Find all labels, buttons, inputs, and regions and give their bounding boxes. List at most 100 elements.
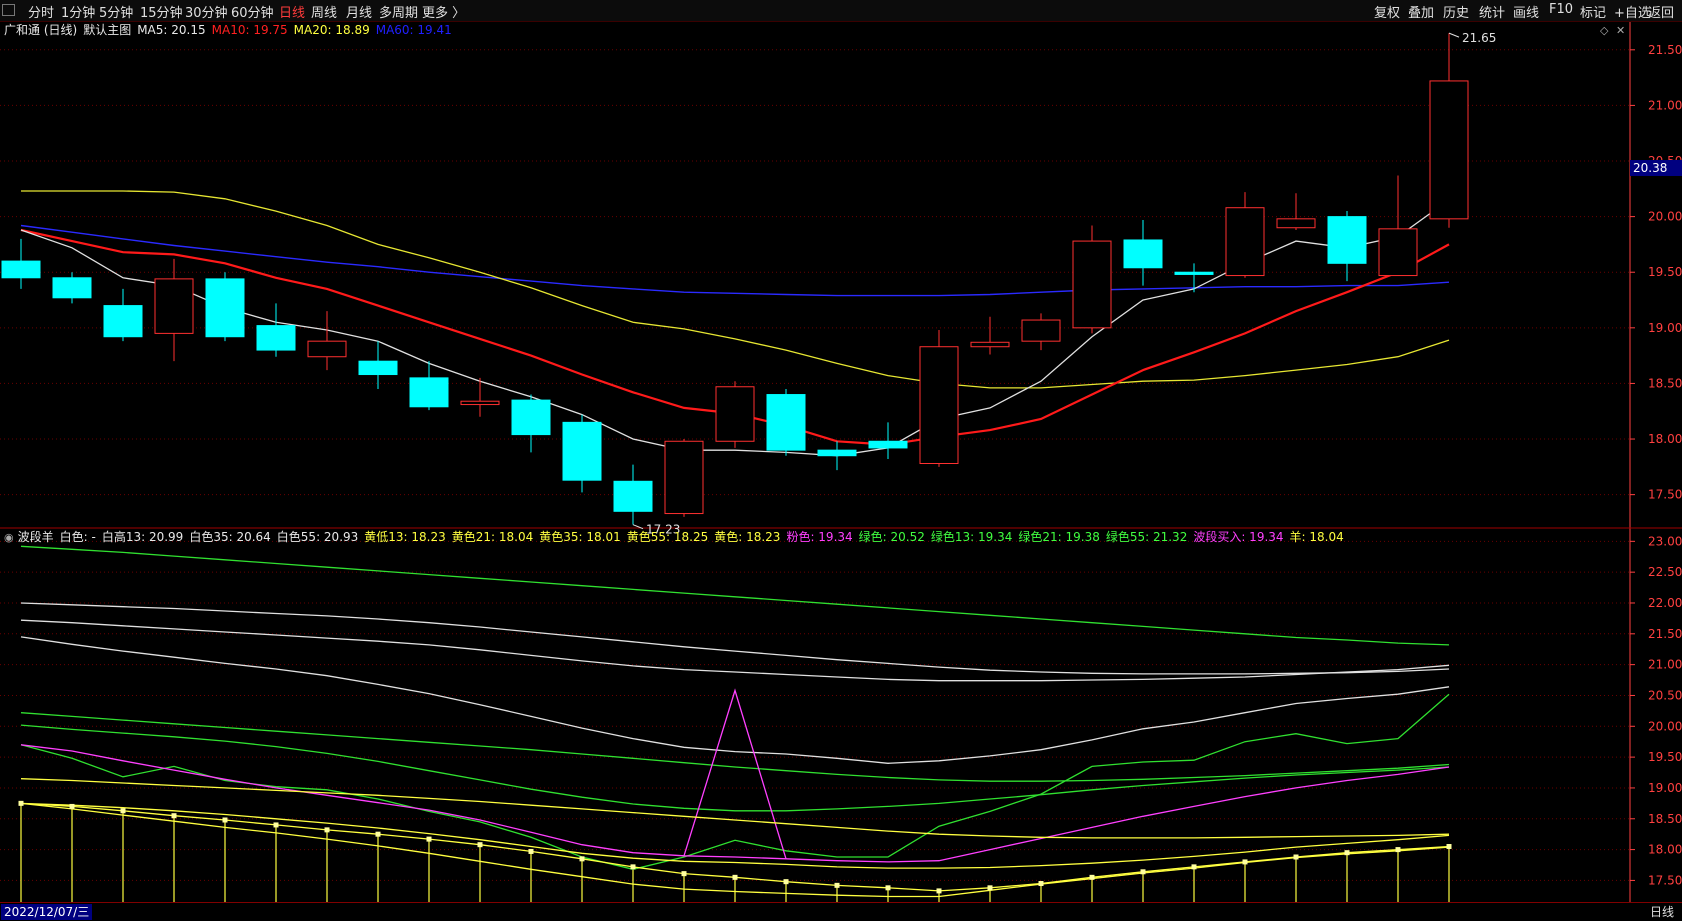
- candle-body-23: [1174, 271, 1214, 275]
- candle-body-21: [1072, 240, 1112, 329]
- candle-body-5: [256, 325, 296, 351]
- sub-legend-2: 白色35: 20.64: [189, 530, 271, 544]
- main-ticklabel-4: 19.50: [1648, 265, 1682, 279]
- series-10: [20, 802, 1450, 869]
- yang-dot-21: [1089, 874, 1095, 880]
- yang-dot-28: [1446, 844, 1452, 850]
- candle-body-19: [970, 341, 1010, 348]
- yang-dot-8: [426, 836, 432, 842]
- yang-dot-11: [579, 856, 585, 862]
- sub-legend-5: 黄色21: 18.04: [451, 530, 534, 544]
- main-ticklabel-3: 19.00: [1648, 321, 1682, 335]
- max-marker: [1448, 32, 1460, 38]
- series-3: [20, 636, 1450, 764]
- candle-body-27: [1378, 228, 1418, 277]
- candle-body-6: [307, 340, 347, 358]
- series-7: [20, 744, 1450, 863]
- candle-body-3: [154, 278, 194, 334]
- ma-legend-3: MA60: 19.41: [375, 23, 452, 37]
- sub-ticklabel-11: 23.00: [1648, 534, 1682, 548]
- sub-ticklabel-7: 21.00: [1648, 658, 1682, 672]
- candle-body-4: [205, 278, 245, 338]
- sub-legend-0: 白色: -: [59, 530, 96, 544]
- yang-dot-1: [69, 803, 75, 809]
- yang-dot-22: [1140, 869, 1146, 875]
- max-price-label: 21.65: [1462, 31, 1496, 45]
- series-8: [683, 688, 787, 859]
- main-ticklabel-0: 17.50: [1648, 488, 1682, 502]
- candle-body-2: [103, 305, 143, 338]
- sub-ticklabel-4: 19.50: [1648, 750, 1682, 764]
- series-0: [20, 545, 1450, 646]
- sub-legend-15: 羊: 18.04: [1289, 530, 1344, 544]
- bottom-bar: 2022/12/07/三 日线: [0, 902, 1682, 921]
- candle-body-10: [511, 399, 551, 436]
- yang-dot-6: [324, 827, 330, 833]
- candle-body-18: [919, 346, 959, 464]
- yang-dot-17: [885, 885, 891, 891]
- yang-dot-10: [528, 848, 534, 854]
- sub-legend-9: 粉色: 19.34: [786, 530, 853, 544]
- yang-dot-20: [1038, 881, 1044, 887]
- settings-circle-icon[interactable]: ◉: [4, 531, 14, 544]
- sub-legend-8: 黄色: 18.23: [714, 530, 781, 544]
- candle-body-11: [562, 421, 602, 481]
- candle-body-28: [1429, 80, 1469, 220]
- sub-legend-10: 绿色: 20.52: [858, 530, 925, 544]
- kline-chart[interactable]: 17.50 18.00 18.50 19.00 19.50 20.00 20.50 21.00…: [0, 0, 1682, 902]
- sub-legend-3: 白色55: 20.93: [276, 530, 359, 544]
- close-icon[interactable]: ✕: [1616, 24, 1625, 37]
- sub-ticklabel-5: 20.00: [1648, 719, 1682, 733]
- candle-body-14: [715, 386, 755, 442]
- sub-ticklabel-3: 19.00: [1648, 781, 1682, 795]
- template-name[interactable]: 默认主图: [83, 23, 131, 37]
- candle-body-17: [868, 440, 908, 449]
- sub-ticklabel-0: 17.50: [1648, 873, 1682, 887]
- sub-ticklabel-2: 18.50: [1648, 812, 1682, 826]
- ma-legend-2: MA20: 18.89: [293, 23, 370, 37]
- stock-title: 广和通 (日线): [4, 23, 78, 37]
- yang-dot-27: [1395, 847, 1401, 853]
- yang-dot-16: [834, 882, 840, 888]
- yang-dot-5: [273, 822, 279, 828]
- yang-dot-25: [1293, 854, 1299, 860]
- yang-dot-0: [18, 800, 24, 806]
- sub-ticklabel-6: 20.50: [1648, 688, 1682, 702]
- diamond-icon[interactable]: ◇: [1600, 24, 1608, 37]
- main-ticklabel-8: 21.50: [1648, 43, 1682, 57]
- indicator-name[interactable]: 波段羊: [18, 530, 54, 544]
- yang-dot-15: [783, 879, 789, 885]
- candle-body-24: [1225, 207, 1265, 277]
- yang-dot-13: [681, 871, 687, 877]
- sub-legend-4: 黄低13: 18.23: [364, 530, 446, 544]
- candle-body-25: [1276, 218, 1316, 229]
- candle-body-12: [613, 480, 653, 512]
- series-6: [20, 693, 1450, 870]
- sub-legend-11: 绿色13: 19.34: [930, 530, 1013, 544]
- sub-ticklabel-1: 18.00: [1648, 843, 1682, 857]
- yang-dot-2: [120, 808, 126, 814]
- main-legend: 广和通 (日线) 默认主图 MA5: 20.15 MA10: 19.75 MA20: 1…: [4, 22, 464, 38]
- date-indicator: 2022/12/07/三: [1, 904, 93, 920]
- yang-dot-4: [222, 817, 228, 823]
- sub-legend-7: 黄色55: 18.25: [626, 530, 709, 544]
- sub-ticklabel-9: 22.00: [1648, 596, 1682, 610]
- yang-dot-9: [477, 842, 483, 848]
- series-4: [20, 712, 1450, 782]
- current-price-tag: 20.38: [1630, 160, 1682, 176]
- yang-dot-3: [171, 813, 177, 819]
- main-ticklabel-5: 20.00: [1648, 210, 1682, 224]
- sub-legend-6: 黄色35: 18.01: [539, 530, 621, 544]
- candle-body-16: [817, 449, 857, 457]
- yang-dot-23: [1191, 864, 1197, 870]
- candle-body-13: [664, 440, 704, 515]
- sub-ticklabel-10: 22.50: [1648, 565, 1682, 579]
- sub-legend: ◉ 波段羊 白色: - 白高13: 20.99 白色35: 20.64 白色55: 20.…: [4, 529, 1356, 546]
- yang-dot-12: [630, 864, 636, 870]
- period-label-button[interactable]: 日线: [1650, 904, 1674, 920]
- yang-dot-18: [936, 888, 942, 894]
- series-1: [20, 602, 1450, 675]
- candle-body-26: [1327, 216, 1367, 264]
- main-ticklabel-7: 21.00: [1648, 98, 1682, 112]
- ma-legend-0: MA5: 20.15: [137, 23, 206, 37]
